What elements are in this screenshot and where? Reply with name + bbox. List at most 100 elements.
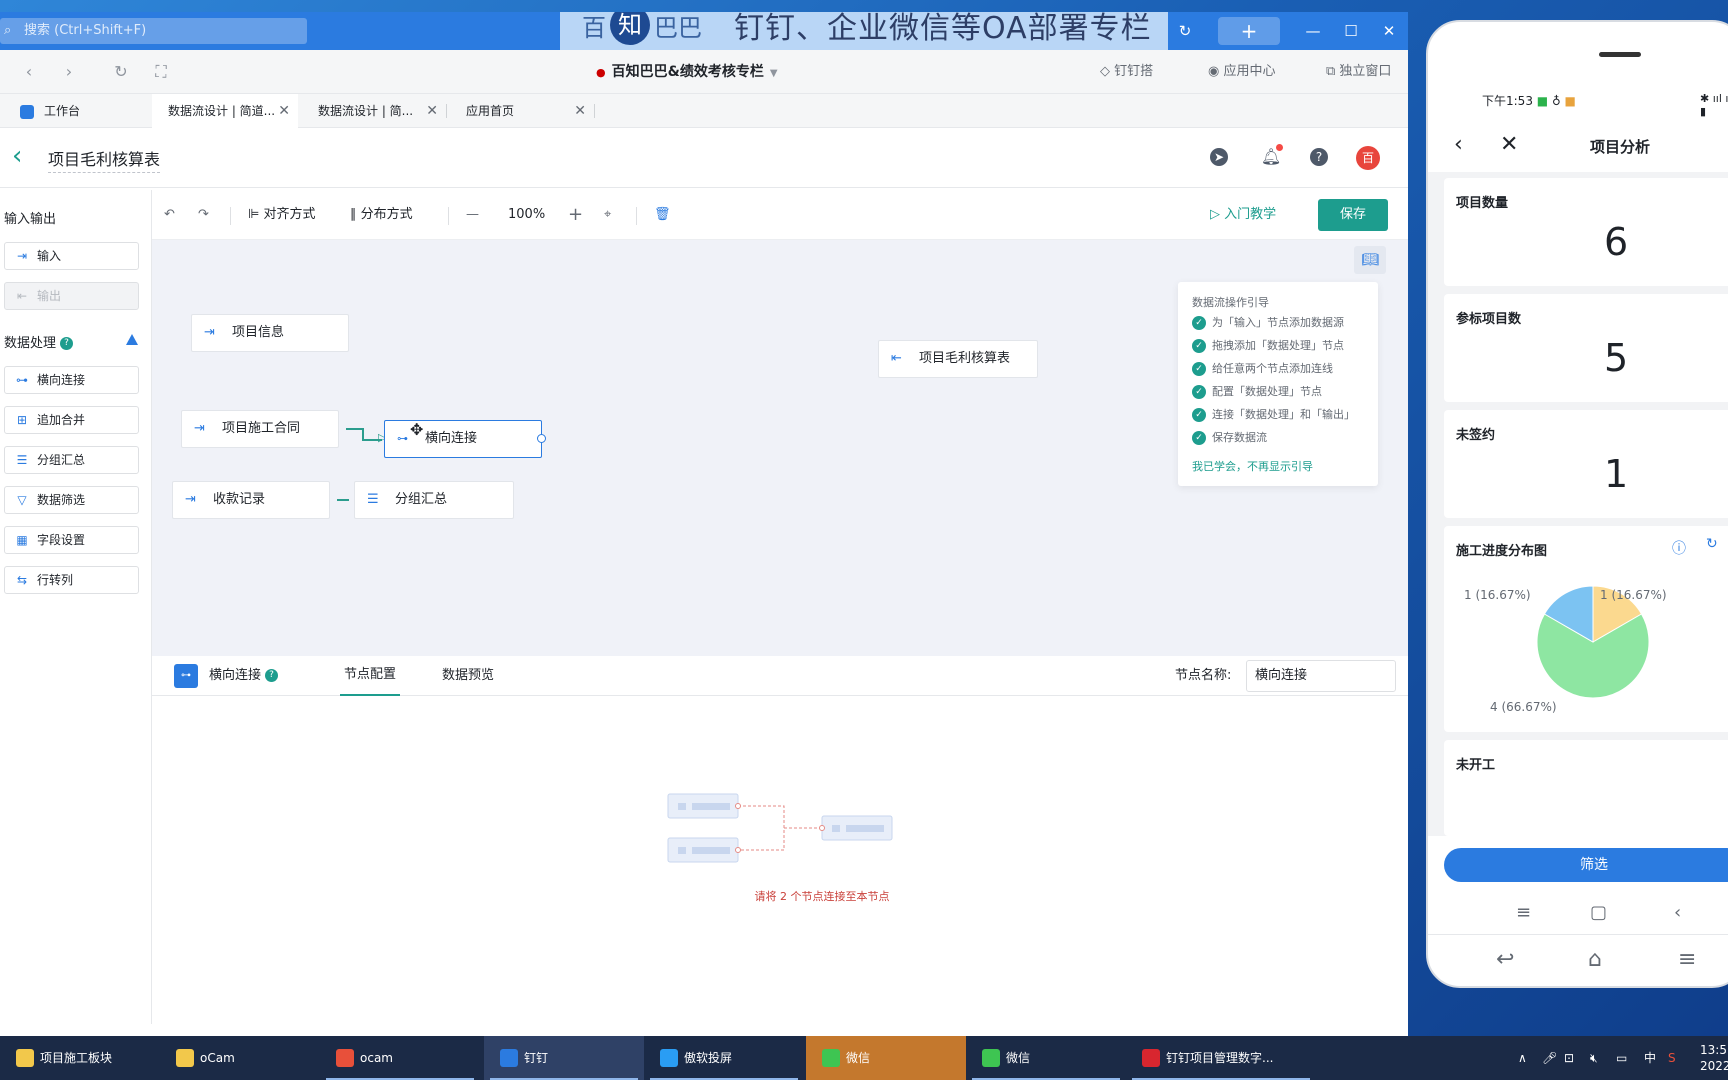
- close-window-button[interactable]: ✕: [1370, 22, 1408, 40]
- palette-row-to-column[interactable]: ⇆ 行转列: [4, 566, 139, 594]
- home-square-icon[interactable]: ▢: [1590, 902, 1607, 923]
- node-name-input[interactable]: 横向连接: [1246, 660, 1396, 692]
- tab-app-home[interactable]: 应用首页 ✕: [450, 94, 594, 128]
- taskbar-item-folder[interactable]: 项目施工板块: [0, 1036, 160, 1080]
- palette-field-settings[interactable]: ▦ 字段设置: [4, 526, 139, 554]
- taskbar-item-wechat-1[interactable]: 微信: [806, 1036, 966, 1080]
- check-icon: ✓: [1192, 408, 1206, 422]
- app-title-dropdown[interactable]: ● 百知巴巴&绩效考核专栏 ▼: [596, 50, 778, 96]
- taskbar-item-ocam-folder[interactable]: oCam: [160, 1036, 320, 1080]
- volume-icon[interactable]: 🔇︎: [1590, 1036, 1598, 1080]
- taskbar-item-screen-mirror[interactable]: 傲软投屏: [644, 1036, 804, 1080]
- distribute-button[interactable]: ∥ 分布方式: [350, 190, 413, 240]
- phone-content[interactable]: 项目数量 6 参标项目数 5 未签约 1 施工进度分布图 ⓘ ↻ 1 (16.6…: [1428, 172, 1728, 836]
- menu-icon[interactable]: ≡: [1516, 902, 1531, 923]
- microphone-icon[interactable]: 🎤︎: [1542, 1036, 1557, 1080]
- close-tab-icon[interactable]: ✕: [574, 94, 586, 128]
- dingda-link[interactable]: ◇ 钉钉搭: [1100, 50, 1153, 94]
- return-icon[interactable]: ↩: [1496, 947, 1514, 972]
- output-port[interactable]: [537, 434, 546, 443]
- stat-label: 未开工: [1456, 758, 1496, 773]
- align-button[interactable]: ⊫ 对齐方式: [248, 190, 315, 240]
- sogou-icon[interactable]: S: [1668, 1036, 1676, 1080]
- back-icon[interactable]: ‹: [1674, 902, 1681, 923]
- page-title[interactable]: 项目毛利核算表: [48, 146, 161, 173]
- avatar[interactable]: 百: [1356, 146, 1380, 170]
- tutorial-link[interactable]: ▷ 入门教学: [1210, 190, 1276, 240]
- stat-label: 未签约: [1456, 428, 1496, 443]
- compass-icon[interactable]: ➤: [1210, 148, 1228, 166]
- node-construction-contract[interactable]: ⇥ 项目施工合同: [181, 410, 339, 448]
- node-output-gross-profit[interactable]: ⇤ 项目毛利核算表: [878, 340, 1038, 378]
- filter-button[interactable]: 筛选: [1444, 848, 1728, 882]
- dingtalk-icon: [500, 1049, 518, 1067]
- locate-icon[interactable]: ⌖: [604, 190, 611, 240]
- zoom-in-icon[interactable]: +: [568, 190, 583, 240]
- close-tab-icon[interactable]: ✕: [278, 94, 290, 128]
- check-icon: ✓: [1192, 339, 1206, 353]
- taskbar-item-wps[interactable]: 钉钉项目管理数字...: [1126, 1036, 1316, 1080]
- output-icon: ⇤: [891, 351, 902, 366]
- window-controls: ↻ + — ☐ ✕: [1166, 12, 1408, 50]
- taskbar-item-wechat-2[interactable]: 微信: [966, 1036, 1126, 1080]
- palette-input[interactable]: ⇥ 输入: [4, 242, 139, 270]
- tab-node-config[interactable]: 节点配置: [340, 656, 401, 697]
- home-icon[interactable]: ⌂: [1588, 947, 1602, 972]
- palette-horizontal-join[interactable]: ⊶ 横向连接: [4, 366, 139, 394]
- guide-book-icon[interactable]: 📖︎: [1354, 246, 1386, 274]
- app-center-link[interactable]: ◉ 应用中心: [1208, 50, 1276, 94]
- tab-workbench[interactable]: 工作台: [4, 94, 150, 128]
- close-icon[interactable]: ✕: [1500, 132, 1518, 157]
- nav-forward-icon[interactable]: ›: [58, 62, 80, 81]
- close-tab-icon[interactable]: ✕: [426, 94, 438, 128]
- table-icon: ▦: [16, 533, 28, 547]
- clock[interactable]: 13:5 2022: [1700, 1042, 1728, 1074]
- help-icon[interactable]: ?: [60, 337, 74, 350]
- menu-icon[interactable]: ≡: [1678, 947, 1696, 972]
- node-horizontal-join[interactable]: ⊶ 横向连接: [384, 420, 546, 458]
- save-button[interactable]: 保存: [1318, 199, 1388, 231]
- warning-icon[interactable]: [126, 334, 138, 345]
- page-header: ‹ 项目毛利核算表 ➤ 🔔︎ ? 百: [0, 128, 1408, 188]
- help-icon[interactable]: ?: [265, 669, 279, 682]
- join-icon: ⊶: [397, 432, 408, 445]
- tab-dataflow-2[interactable]: 数据流设计 | 简... ✕: [302, 94, 446, 128]
- palette-data-filter[interactable]: ▽ 数据筛选: [4, 486, 139, 514]
- phone-mirror: 下午1:53 ■ ♁ ■ ✱ ııl ııl ▮ ‹ ✕ 项目分析 项目数量 6…: [1426, 20, 1728, 988]
- taskbar-item-ocam[interactable]: ocam: [320, 1036, 480, 1080]
- palette-append-merge[interactable]: ⊞ 追加合并: [4, 406, 139, 434]
- history-icon[interactable]: ↻: [1166, 22, 1204, 40]
- palette-group-summary[interactable]: ☰ 分组汇总: [4, 446, 139, 474]
- input-icon: ⇥: [185, 492, 196, 507]
- undo-icon[interactable]: ↶: [164, 190, 175, 240]
- standalone-window-link[interactable]: ⧉ 独立窗口: [1326, 50, 1391, 94]
- stat-value: 1: [1604, 452, 1629, 496]
- refresh-icon[interactable]: ↻: [110, 62, 132, 81]
- network-icon[interactable]: ⊡: [1564, 1036, 1574, 1080]
- tray-chevron-icon[interactable]: ∧: [1518, 1036, 1527, 1080]
- global-search-input[interactable]: ⌕ 搜索 (Ctrl+Shift+F): [0, 18, 307, 44]
- new-button[interactable]: +: [1218, 17, 1280, 45]
- taskbar-item-dingtalk[interactable]: 钉钉: [484, 1036, 644, 1080]
- ime-indicator[interactable]: 中: [1644, 1036, 1656, 1080]
- maximize-button[interactable]: ☐: [1332, 22, 1370, 40]
- tab-dataflow-1[interactable]: 数据流设计 | 简道... ✕: [152, 94, 298, 128]
- minimize-button[interactable]: —: [1294, 22, 1332, 40]
- pie-label: 1 (16.67%): [1600, 588, 1667, 602]
- back-arrow-icon[interactable]: ‹: [1454, 132, 1463, 157]
- guide-step: ✓ 给任意两个节点添加连线: [1192, 362, 1333, 376]
- node-group-summary[interactable]: ☰ 分组汇总: [354, 481, 514, 519]
- nav-back-icon[interactable]: ‹: [18, 62, 40, 81]
- dismiss-guide-link[interactable]: 我已学会，不再显示引导: [1192, 458, 1313, 474]
- tab-data-preview[interactable]: 数据预览: [442, 656, 494, 696]
- watermark-banner: 百知巴巴 钉钉、企业微信等OA部署专栏: [560, 12, 1168, 50]
- fullscreen-icon[interactable]: ⛶: [150, 62, 172, 82]
- zoom-out-icon[interactable]: —: [466, 190, 479, 240]
- redo-icon[interactable]: ↷: [198, 190, 209, 240]
- help-icon[interactable]: ?: [1310, 148, 1328, 166]
- back-arrow-icon[interactable]: ‹: [12, 142, 22, 170]
- node-payment-records[interactable]: ⇥ 收款记录: [172, 481, 330, 519]
- delete-icon[interactable]: 🗑︎: [654, 190, 671, 240]
- display-icon[interactable]: ▭: [1616, 1036, 1627, 1080]
- node-project-info[interactable]: ⇥ 项目信息: [191, 314, 349, 352]
